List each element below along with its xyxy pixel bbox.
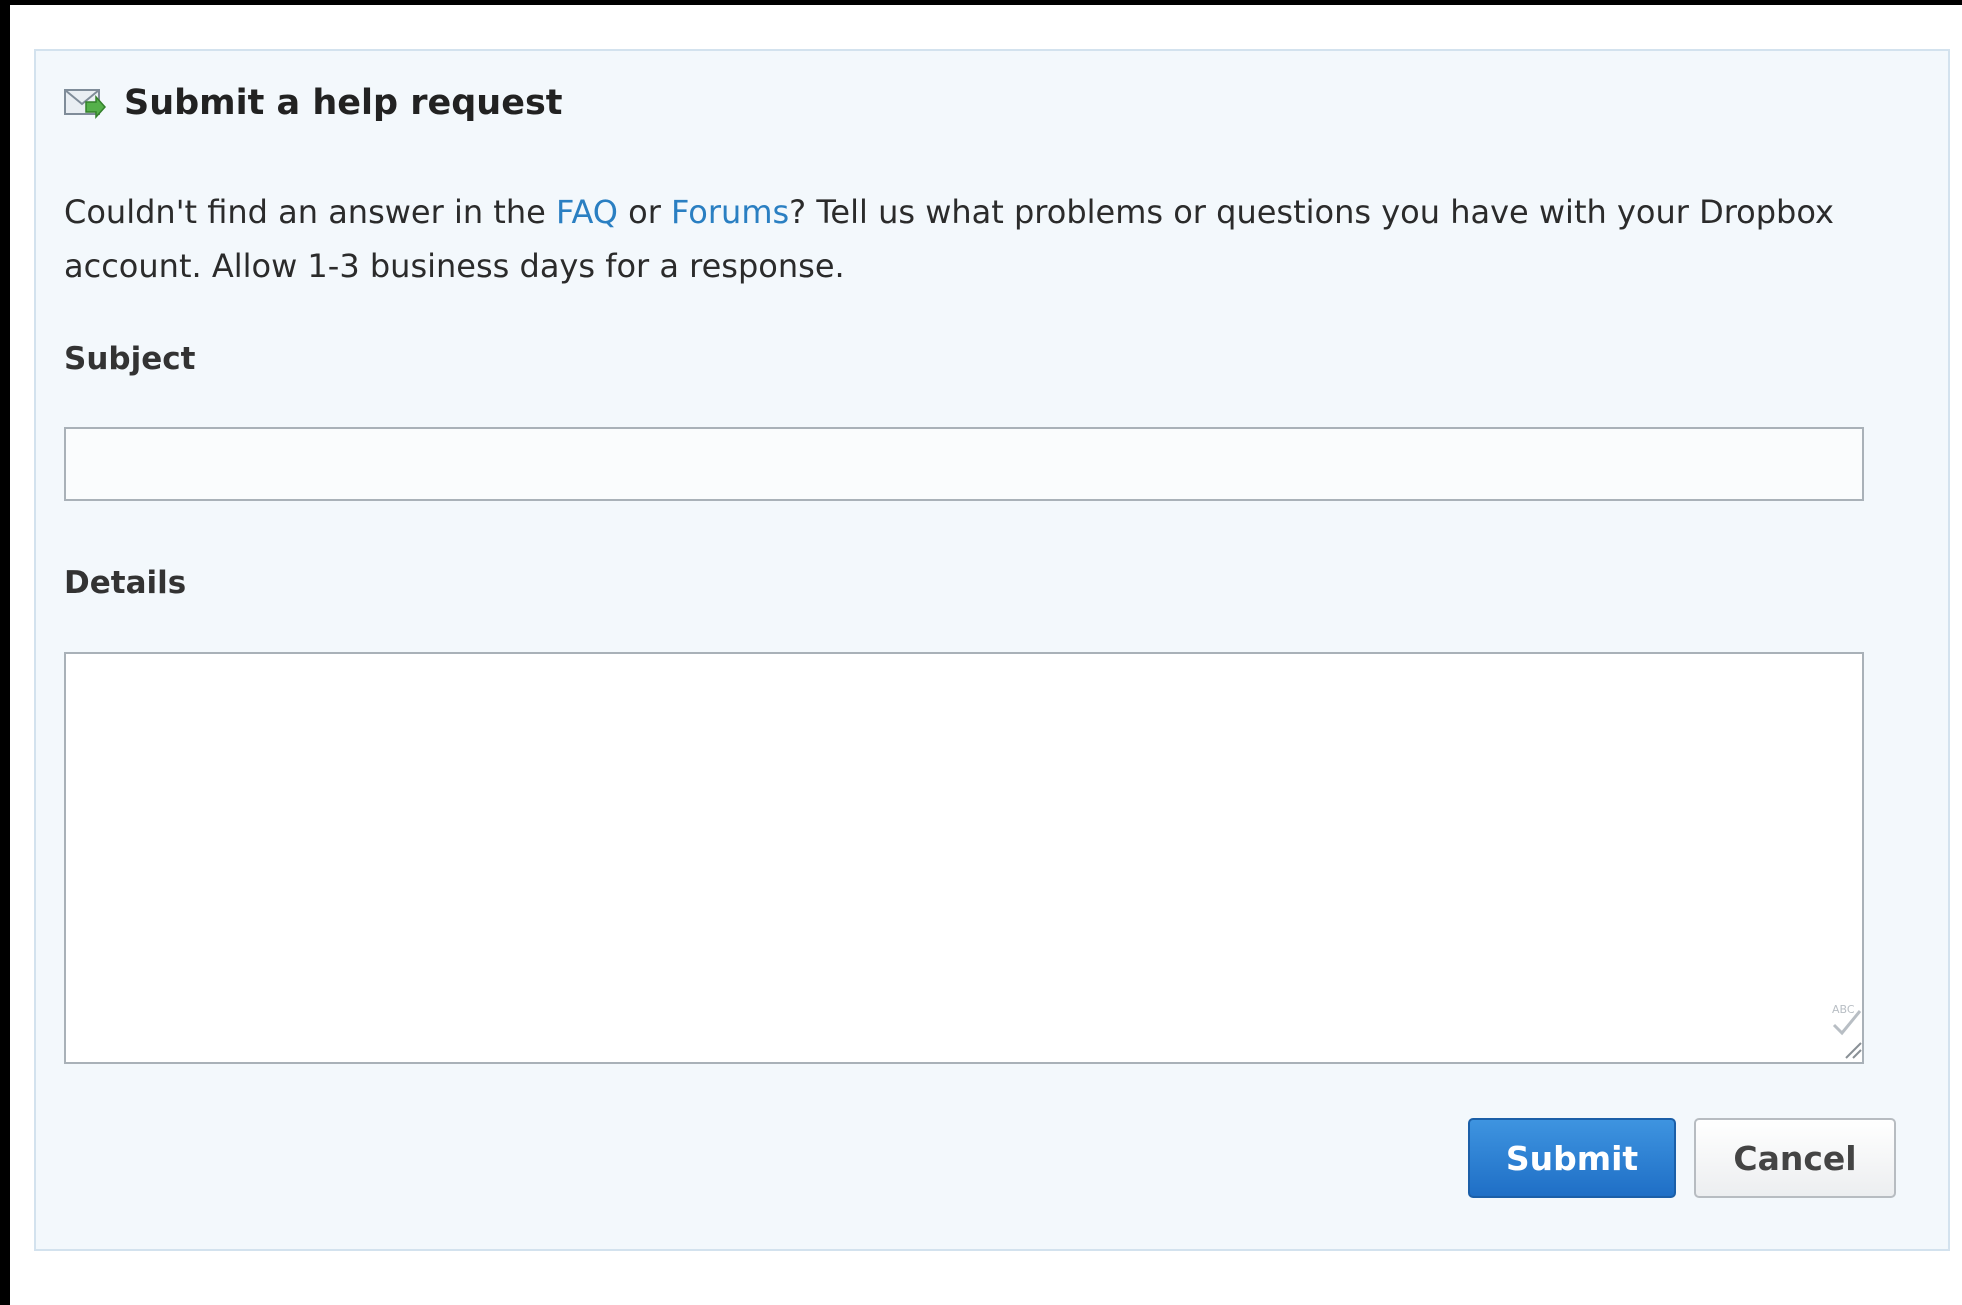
form-header: Submit a help request — [64, 73, 563, 133]
subject-input[interactable] — [64, 427, 1864, 501]
resize-handle-icon[interactable] — [1842, 1039, 1862, 1059]
description-middle: or — [617, 193, 672, 231]
description-prefix: Couldn't find an answer in the — [64, 193, 556, 231]
faq-link[interactable]: FAQ — [556, 193, 618, 231]
submit-button[interactable]: Submit — [1468, 1118, 1676, 1198]
cancel-button[interactable]: Cancel — [1694, 1118, 1896, 1198]
details-label: Details — [64, 565, 187, 601]
details-textarea[interactable] — [64, 652, 1864, 1064]
page-title: Submit a help request — [124, 83, 563, 123]
spellcheck-icon: ABC — [1832, 1003, 1862, 1036]
svg-text:ABC: ABC — [1832, 1003, 1855, 1016]
page-background: Submit a help request Couldn't find an a… — [10, 5, 1962, 1305]
forums-link[interactable]: Forums — [671, 193, 789, 231]
subject-label: Subject — [64, 341, 196, 377]
form-description: Couldn't find an answer in the FAQ or Fo… — [64, 185, 1884, 293]
mail-arrow-icon — [64, 89, 106, 119]
